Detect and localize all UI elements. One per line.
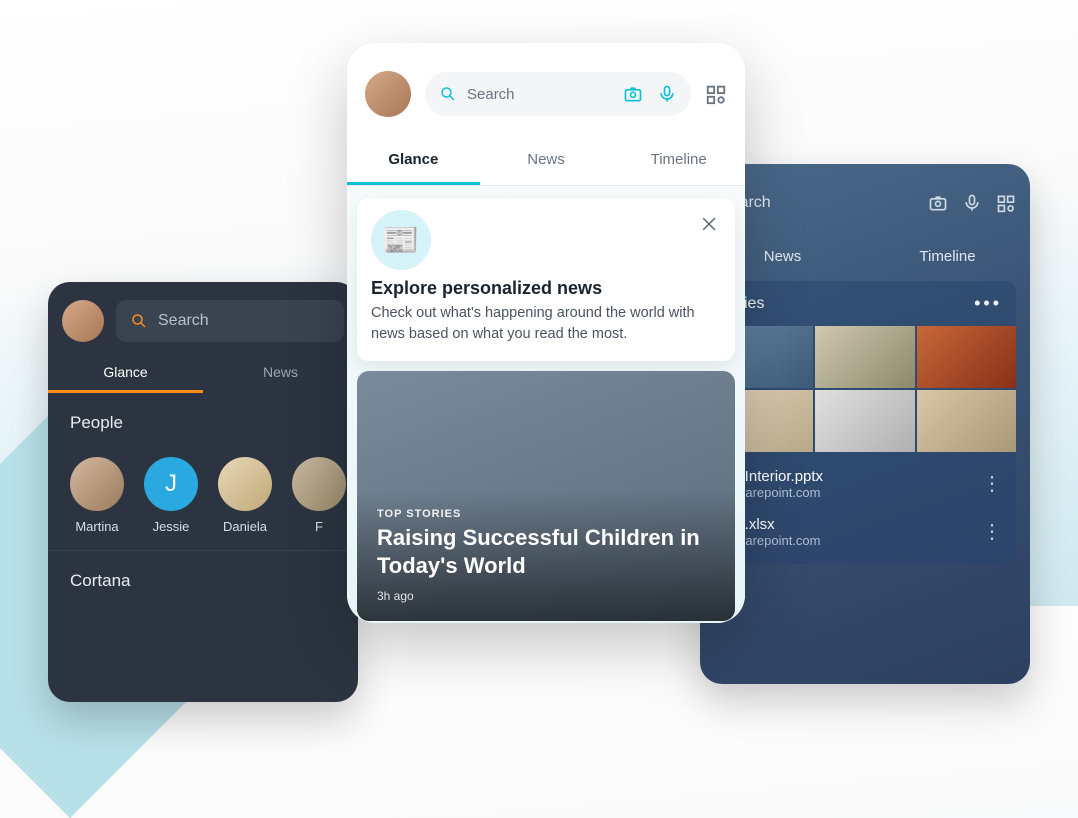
person-name: Jessie [153,519,190,534]
person-item[interactable]: J Jessie [144,457,198,534]
banner-title: Explore personalized news [371,278,721,299]
camera-icon[interactable] [928,193,948,213]
news-illustration-icon: 📰 [371,210,431,270]
settings-icon[interactable] [996,193,1016,213]
phone-left: Search Glance News People Martina J Jess… [48,282,358,702]
person-name: Martina [75,519,118,534]
avatar[interactable] [365,71,411,117]
news-banner: 📰 Explore personalized news Check out wh… [357,198,735,361]
mic-icon[interactable] [657,84,677,104]
activity-thumb[interactable] [815,326,914,388]
person-item[interactable]: Daniela [218,457,272,534]
avatar [292,457,346,511]
tab-timeline[interactable]: Timeline [865,248,1030,265]
search-input[interactable]: Search [116,300,344,342]
activity-thumb[interactable] [917,390,1016,452]
person-name: Daniela [223,519,267,534]
close-button[interactable] [697,212,721,236]
file-item[interactable]: o_Interior.pptx .sharepoint.com ⋮ [714,460,1016,508]
avatar [218,457,272,511]
story-label: TOP STORIES [377,508,715,520]
activity-thumb[interactable] [917,326,1016,388]
section-cortana: Cortana [48,550,358,599]
more-icon[interactable]: ⋮ [982,522,1002,542]
close-icon [699,214,719,234]
person-item[interactable]: F [292,457,346,534]
mic-icon[interactable] [962,193,982,213]
story-time: 3h ago [377,589,715,603]
banner-body: Check out what's happening around the wo… [371,303,721,345]
search-placeholder: Search [467,86,515,103]
phone-center: Search Glance News Timeline 📰 Explore pe… [347,43,745,623]
avatar: J [144,457,198,511]
search-placeholder: Search [158,312,209,330]
tab-news[interactable]: News [203,364,358,393]
person-item[interactable]: Martina [70,457,124,534]
activity-thumb[interactable] [815,390,914,452]
tab-timeline[interactable]: Timeline [612,139,745,185]
section-people: People [48,393,358,441]
person-name: F [315,519,323,534]
avatar [70,457,124,511]
camera-icon[interactable] [623,84,643,104]
more-icon[interactable]: ••• [974,293,1002,314]
avatar[interactable] [62,300,104,342]
story-card[interactable]: TOP STORIES Raising Successful Children … [357,371,735,621]
more-icon[interactable]: ⋮ [982,474,1002,494]
tab-news[interactable]: News [480,139,613,185]
settings-icon[interactable] [705,83,727,105]
tab-glance[interactable]: Glance [347,139,480,185]
phone-right: Search News Timeline vities ••• o_Inter [700,164,1030,684]
activities-card: vities ••• o_Interior.pptx .sharepoint.c… [714,281,1016,564]
search-input[interactable]: Search [425,72,691,116]
story-headline: Raising Successful Children in Today's W… [377,524,715,579]
file-item[interactable]: ng.xlsx .sharepoint.com ⋮ [714,508,1016,556]
search-icon [130,312,148,330]
tab-glance[interactable]: Glance [48,364,203,393]
search-icon [439,85,457,103]
